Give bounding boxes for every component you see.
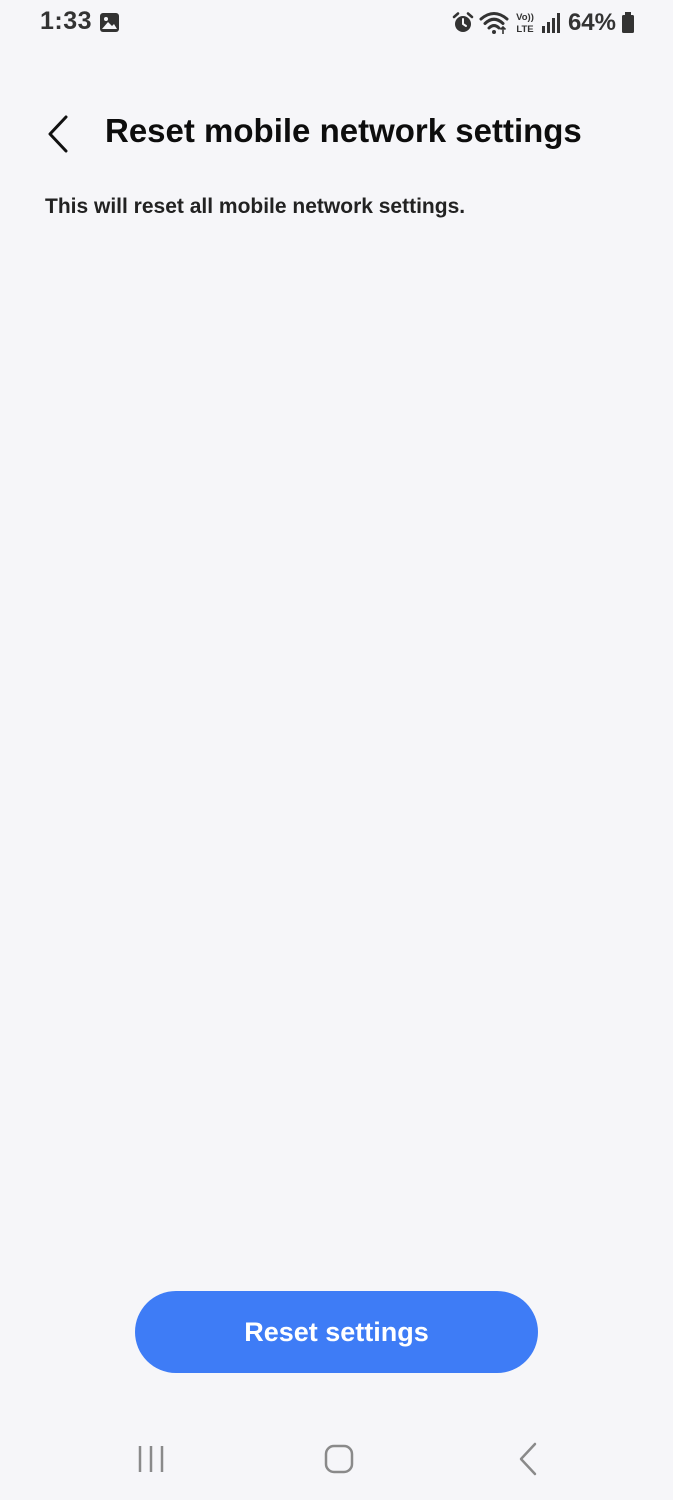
volte-label-bottom: LTE — [516, 24, 533, 35]
back-button[interactable] — [30, 106, 86, 162]
home-button[interactable] — [309, 1434, 369, 1484]
signal-icon — [541, 13, 560, 33]
battery-percent: 64% — [567, 9, 616, 36]
recents-icon — [138, 1446, 164, 1472]
volte-label-top: Vo)) — [516, 12, 534, 23]
reset-settings-button[interactable]: Reset settings — [135, 1291, 538, 1373]
back-icon — [519, 1442, 537, 1476]
navigation-bar — [0, 1420, 673, 1500]
status-bar: 1:33 Vo)) LTE 64% — [0, 0, 673, 46]
status-time: 1:33 — [40, 7, 93, 35]
wifi-icon — [479, 12, 509, 34]
volte-icon: Vo)) LTE — [516, 12, 534, 35]
battery-icon — [622, 12, 634, 33]
recents-button[interactable] — [121, 1434, 181, 1484]
home-icon — [324, 1444, 354, 1474]
alarm-icon — [452, 12, 474, 32]
page-title: Reset mobile network settings — [105, 112, 582, 149]
chevron-left-icon — [48, 115, 68, 153]
app-header: Reset mobile network settings — [0, 98, 673, 168]
description-text: This will reset all mobile network setti… — [45, 195, 466, 218]
nav-back-button[interactable] — [498, 1434, 558, 1484]
status-icons: Vo)) LTE 64% — [452, 8, 635, 38]
gallery-icon — [100, 13, 119, 32]
